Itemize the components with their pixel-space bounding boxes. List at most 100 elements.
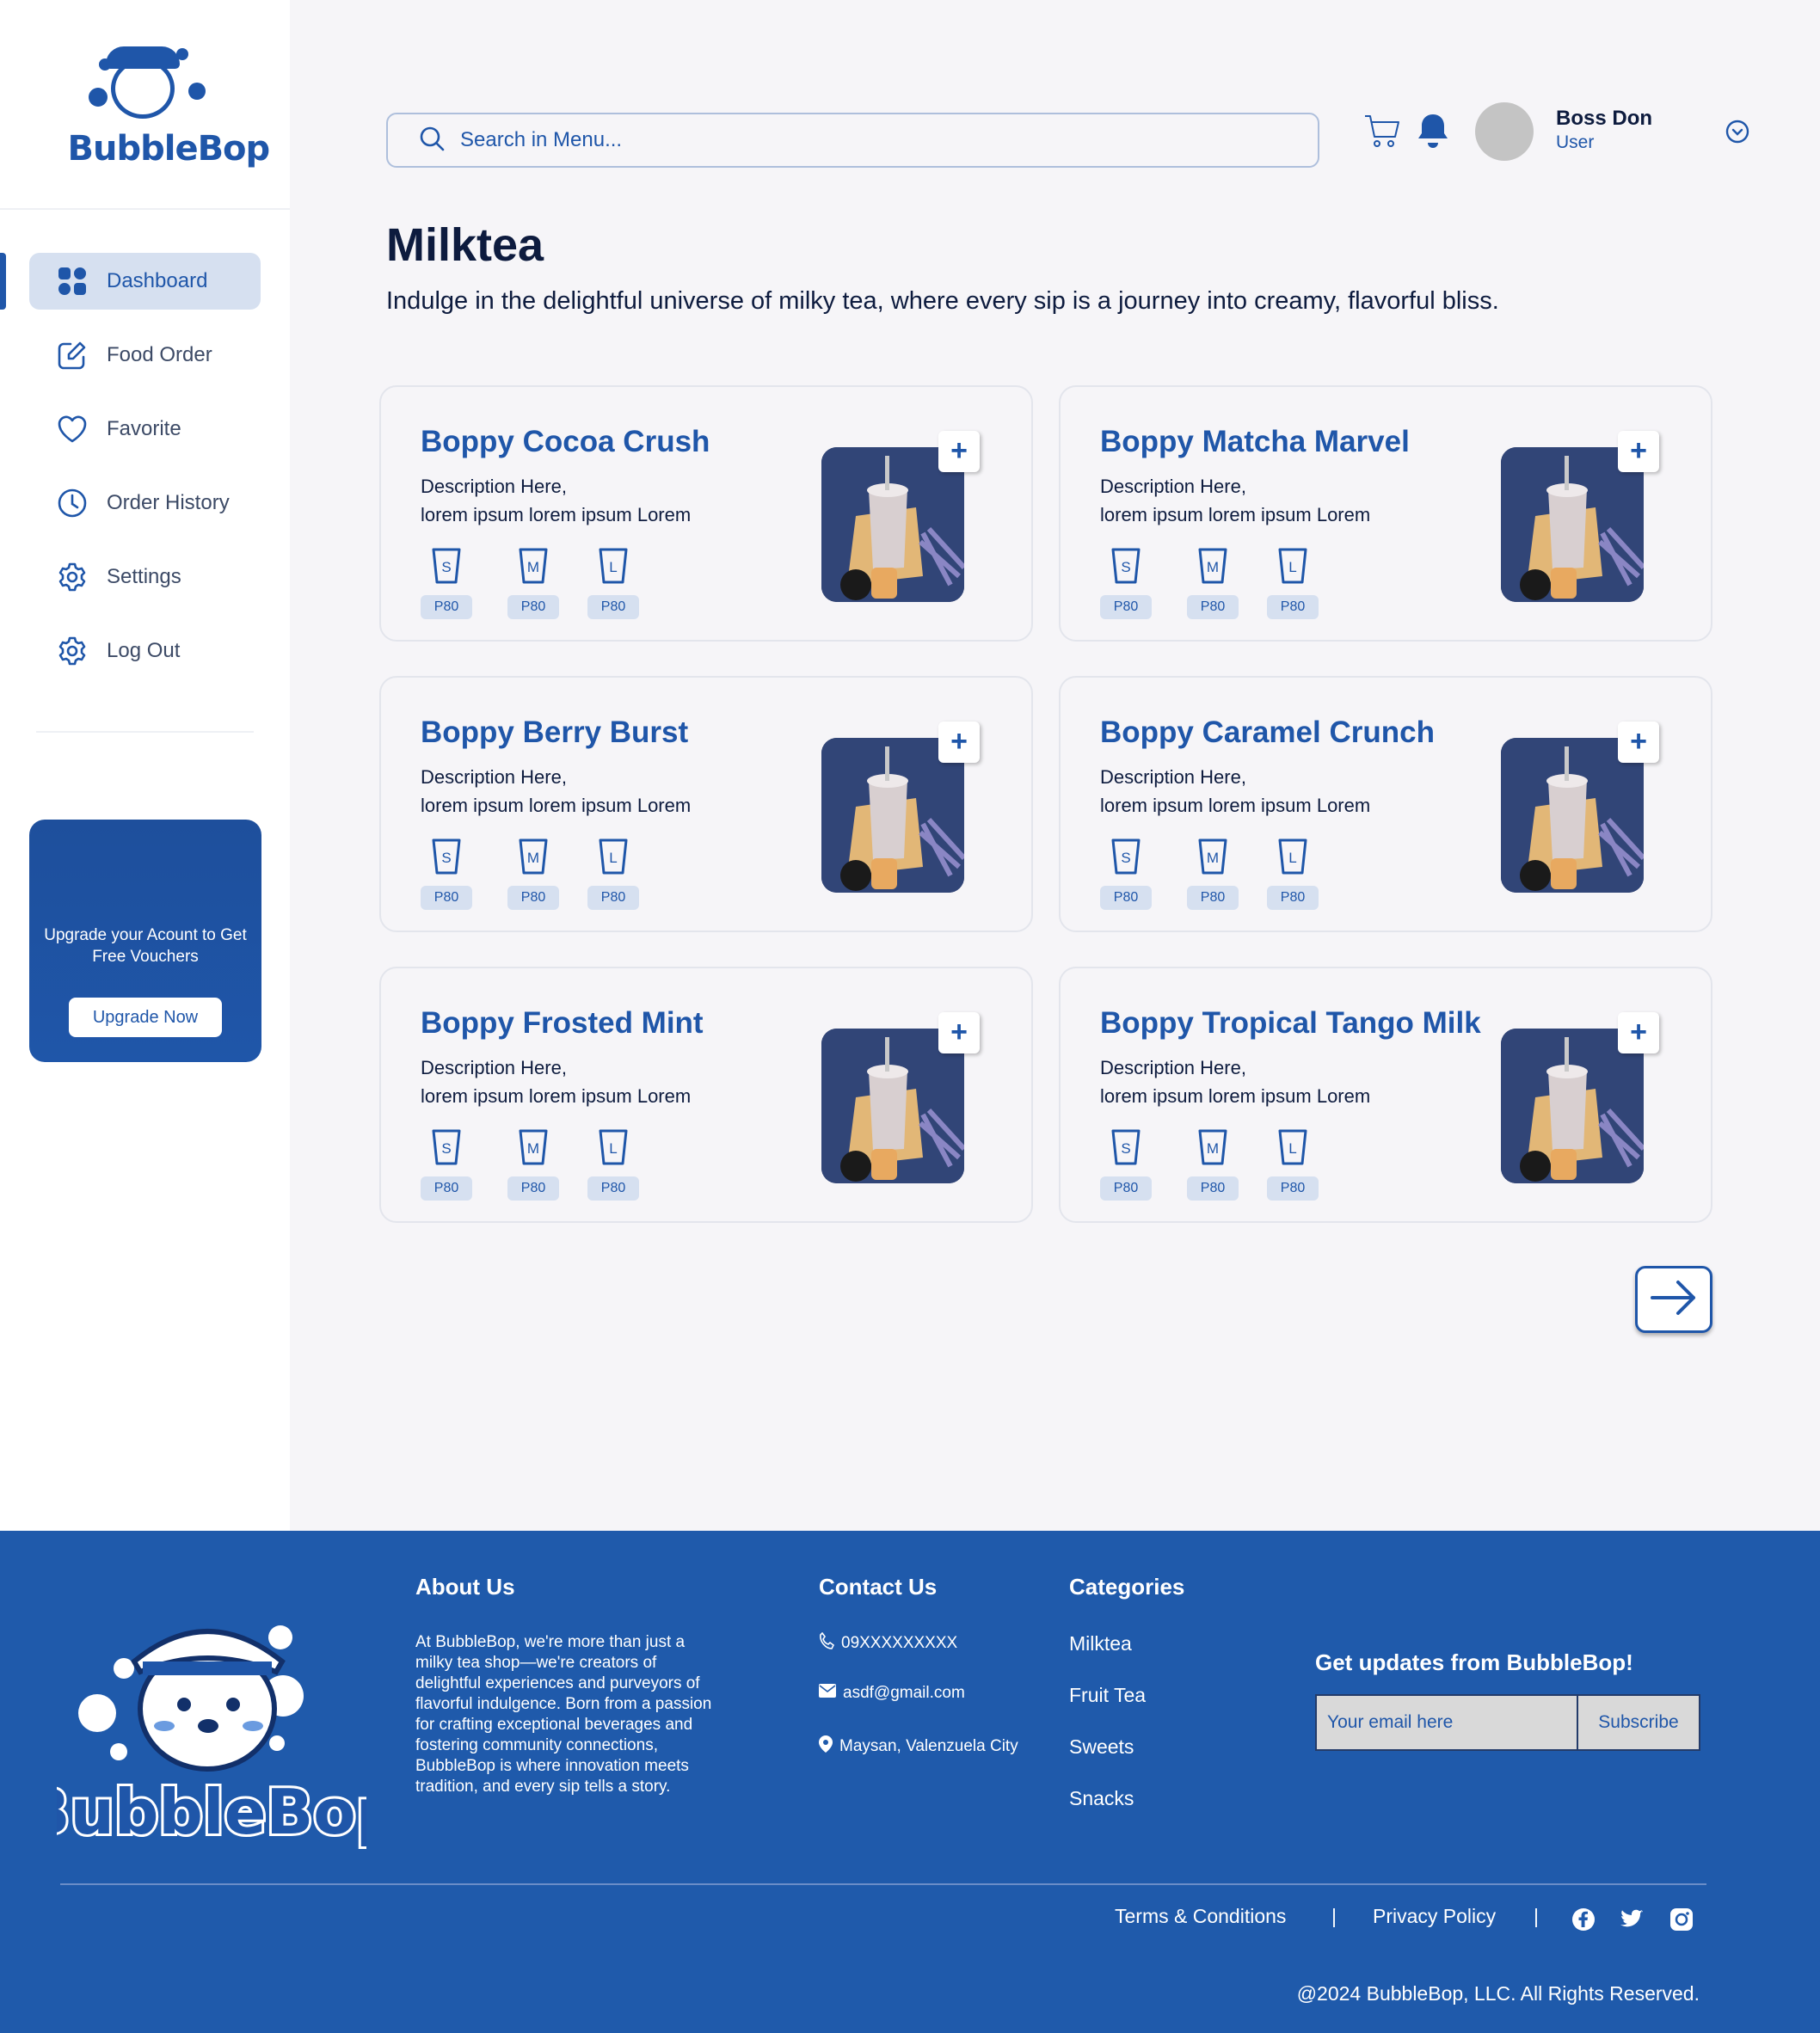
size-option[interactable]: L P80 bbox=[587, 1128, 639, 1201]
subscribe-button[interactable]: Subscribe bbox=[1578, 1696, 1699, 1749]
size-option[interactable]: M P80 bbox=[507, 547, 559, 619]
price-badge: P80 bbox=[1187, 886, 1239, 910]
size-option[interactable]: M P80 bbox=[1187, 547, 1239, 619]
contact-phone[interactable]: 09XXXXXXXXX bbox=[819, 1631, 957, 1655]
add-to-cart-button[interactable]: + bbox=[1618, 431, 1659, 472]
instagram-icon[interactable] bbox=[1669, 1907, 1694, 1936]
cup-icon: L bbox=[599, 1129, 628, 1165]
size-option[interactable]: M P80 bbox=[507, 1128, 559, 1201]
size-option[interactable]: M P80 bbox=[507, 838, 559, 910]
upgrade-now-button[interactable]: Upgrade Now bbox=[69, 998, 222, 1037]
category-link-fruit-tea[interactable]: Fruit Tea bbox=[1069, 1684, 1146, 1707]
add-to-cart-button[interactable]: + bbox=[1618, 1012, 1659, 1053]
page-subtitle: Indulge in the delightful universe of mi… bbox=[386, 287, 1499, 315]
size-option[interactable]: L P80 bbox=[587, 547, 639, 619]
bell-icon[interactable] bbox=[1416, 112, 1450, 154]
search-input[interactable]: Search in Menu... bbox=[386, 113, 1319, 168]
newsletter-email-input[interactable]: Your email here bbox=[1317, 1696, 1578, 1749]
gear-icon bbox=[57, 636, 88, 666]
size-option[interactable]: L P80 bbox=[587, 838, 639, 910]
svg-text:BubbleBop: BubbleBop bbox=[57, 1776, 366, 1848]
price-badge: P80 bbox=[1100, 595, 1152, 619]
contact-heading: Contact Us bbox=[819, 1574, 938, 1600]
bubble-icon bbox=[188, 83, 206, 100]
add-to-cart-button[interactable]: + bbox=[1618, 722, 1659, 763]
size-option[interactable]: M P80 bbox=[1187, 1128, 1239, 1201]
brand-logo[interactable]: BubbleBop bbox=[67, 40, 271, 169]
size-option[interactable]: L P80 bbox=[1267, 1128, 1319, 1201]
facebook-icon[interactable] bbox=[1571, 1907, 1596, 1936]
product-card[interactable]: Boppy Tropical Tango Milk Description He… bbox=[1059, 967, 1712, 1223]
price-badge: P80 bbox=[507, 1176, 559, 1201]
sidebar: BubbleBop Dashboard Food Order Favorite bbox=[0, 0, 290, 1531]
cup-icon: M bbox=[1198, 838, 1227, 875]
contact-address[interactable]: Maysan, Valenzuela City bbox=[819, 1735, 1018, 1758]
sidebar-item-settings[interactable]: Settings bbox=[29, 549, 261, 605]
sidebar-item-label: Favorite bbox=[107, 417, 181, 440]
product-name: Boppy Matcha Marvel bbox=[1100, 425, 1410, 458]
sidebar-nav: Dashboard Food Order Favorite Order Hist… bbox=[0, 253, 290, 733]
avatar[interactable] bbox=[1475, 102, 1534, 161]
sidebar-item-order-history[interactable]: Order History bbox=[29, 475, 261, 531]
cup-icon: M bbox=[519, 838, 548, 875]
product-name: Boppy Caramel Crunch bbox=[1100, 716, 1435, 749]
footer-logo: BubbleBop bbox=[21, 1601, 403, 1851]
product-card[interactable]: Boppy Berry Burst Description Here, lorem… bbox=[379, 676, 1033, 932]
sidebar-item-label: Food Order bbox=[107, 343, 212, 366]
add-to-cart-button[interactable]: + bbox=[938, 431, 980, 472]
size-option[interactable]: S P80 bbox=[1100, 838, 1152, 910]
sidebar-item-food-order[interactable]: Food Order bbox=[29, 327, 261, 384]
category-link-milktea[interactable]: Milktea bbox=[1069, 1632, 1132, 1655]
size-option[interactable]: S P80 bbox=[421, 1128, 472, 1201]
size-label: L bbox=[609, 1140, 617, 1157]
footer: BubbleBop About Us At BubbleBop, we're m… bbox=[0, 1531, 1820, 2033]
add-to-cart-button[interactable]: + bbox=[938, 722, 980, 763]
size-option[interactable]: S P80 bbox=[1100, 547, 1152, 619]
size-option[interactable]: L P80 bbox=[1267, 547, 1319, 619]
sidebar-item-log-out[interactable]: Log Out bbox=[29, 623, 261, 679]
size-option[interactable]: M P80 bbox=[1187, 838, 1239, 910]
about-heading: About Us bbox=[415, 1574, 515, 1600]
cart-icon[interactable] bbox=[1363, 112, 1401, 154]
brand-wordmark: BubbleBop bbox=[67, 129, 271, 169]
product-card[interactable]: Boppy Frosted Mint Description Here, lore… bbox=[379, 967, 1033, 1223]
category-link-sweets[interactable]: Sweets bbox=[1069, 1735, 1134, 1759]
privacy-link[interactable]: Privacy Policy bbox=[1373, 1905, 1496, 1928]
description-line: lorem ipsum lorem ipsum Lorem bbox=[1100, 504, 1371, 525]
edit-icon bbox=[57, 340, 88, 371]
category-link-snacks[interactable]: Snacks bbox=[1069, 1787, 1134, 1810]
price-badge: P80 bbox=[587, 1176, 639, 1201]
sidebar-item-favorite[interactable]: Favorite bbox=[29, 401, 261, 458]
product-card[interactable]: Boppy Cocoa Crush Description Here, lorem… bbox=[379, 385, 1033, 642]
cup-icon: L bbox=[599, 548, 628, 584]
user-role: User bbox=[1556, 132, 1595, 152]
address-text: Maysan, Valenzuela City bbox=[839, 1737, 1018, 1755]
size-label: S bbox=[441, 1140, 451, 1157]
size-option[interactable]: S P80 bbox=[421, 838, 472, 910]
description-line: Description Here, bbox=[1100, 766, 1246, 788]
price-badge: P80 bbox=[421, 886, 472, 910]
size-option[interactable]: L P80 bbox=[1267, 838, 1319, 910]
description-line: Description Here, bbox=[421, 766, 567, 788]
cup-icon: S bbox=[1111, 1129, 1141, 1165]
size-option[interactable]: S P80 bbox=[421, 547, 472, 619]
twitter-icon[interactable] bbox=[1620, 1909, 1644, 1934]
size-option[interactable]: S P80 bbox=[1100, 1128, 1152, 1201]
next-page-button[interactable] bbox=[1635, 1266, 1712, 1333]
product-name: Boppy Frosted Mint bbox=[421, 1006, 704, 1040]
phone-icon bbox=[819, 1631, 841, 1655]
product-card[interactable]: Boppy Caramel Crunch Description Here, lo… bbox=[1059, 676, 1712, 932]
sidebar-item-label: Dashboard bbox=[107, 269, 208, 292]
size-label: L bbox=[609, 850, 617, 866]
newsletter-form: Your email here Subscribe bbox=[1315, 1694, 1700, 1751]
terms-link[interactable]: Terms & Conditions bbox=[1115, 1905, 1286, 1928]
chevron-down-icon[interactable] bbox=[1725, 119, 1750, 149]
cup-icon: M bbox=[1198, 548, 1227, 584]
contact-email[interactable]: asdf@gmail.com bbox=[819, 1684, 965, 1703]
arrow-right-icon bbox=[1649, 1279, 1699, 1321]
bubble-icon bbox=[88, 88, 108, 107]
product-card[interactable]: Boppy Matcha Marvel Description Here, lor… bbox=[1059, 385, 1712, 642]
divider bbox=[36, 731, 254, 733]
add-to-cart-button[interactable]: + bbox=[938, 1012, 980, 1053]
sidebar-item-dashboard[interactable]: Dashboard bbox=[0, 253, 261, 310]
